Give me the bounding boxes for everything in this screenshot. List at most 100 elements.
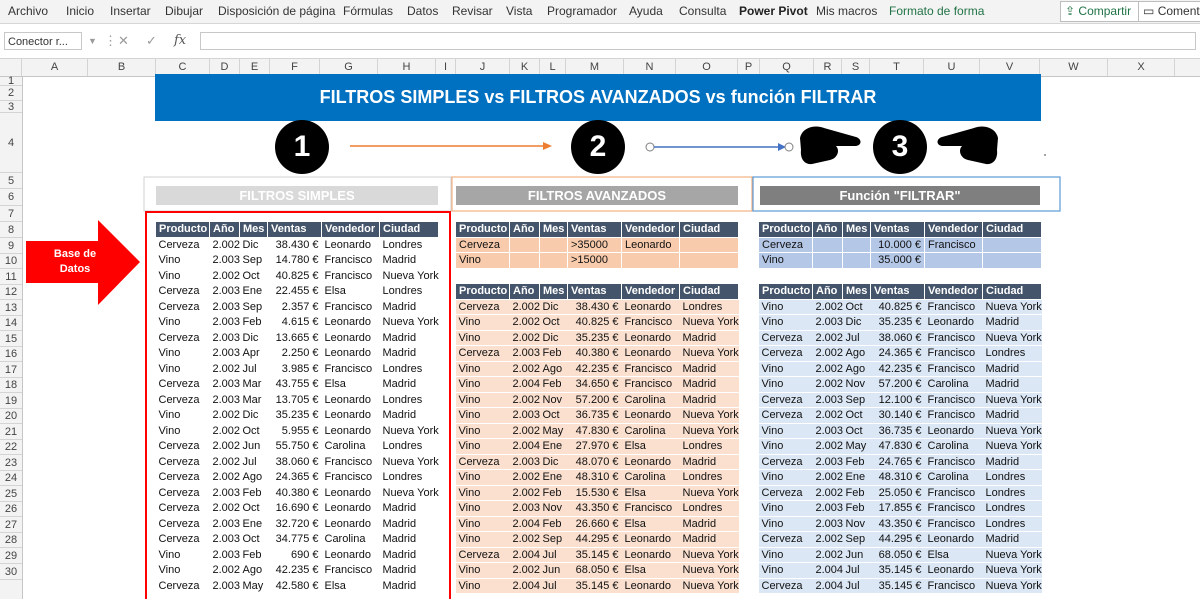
filtrar-result-cell[interactable]: Vino — [758, 438, 813, 455]
filtrar-result-cell[interactable]: Nueva York — [982, 547, 1042, 563]
database-cell[interactable]: Vino — [155, 345, 210, 361]
database-cell[interactable]: Madrid — [379, 330, 439, 346]
filtrar-result-cell[interactable]: 68.050 € — [870, 547, 925, 563]
database-cell[interactable]: 2.003 — [209, 516, 240, 532]
advanced-result-cell[interactable]: 34.650 € — [567, 376, 622, 393]
advanced-result-cell[interactable]: Vino — [455, 516, 510, 532]
filtrar-result-cell[interactable]: 35.145 € — [870, 578, 925, 594]
advanced-result-cell[interactable]: Nov — [539, 500, 568, 517]
filtrar-result-cell[interactable]: 2.002 — [812, 438, 843, 455]
database-cell[interactable]: 22.455 € — [267, 283, 322, 299]
filtrar-result-cell[interactable]: Dic — [842, 314, 871, 331]
advanced-result-cell[interactable]: Londres — [679, 469, 739, 486]
database-cell[interactable]: Leonardo — [321, 345, 380, 361]
filtrar-result-cell[interactable]: 35.145 € — [870, 562, 925, 579]
filtrar-result-cell[interactable]: 2.002 — [812, 407, 843, 424]
advanced-result-cell[interactable]: 2.002 — [509, 330, 540, 346]
database-cell[interactable]: Cerveza — [155, 392, 210, 408]
database-cell[interactable]: Francisco — [321, 562, 380, 578]
filtrar-criteria-header-cell[interactable]: Mes — [842, 221, 871, 238]
database-cell[interactable]: Madrid — [379, 516, 439, 532]
advanced-result-cell[interactable]: 68.050 € — [567, 562, 622, 579]
database-cell[interactable]: Francisco — [321, 299, 380, 315]
filtrar-result-cell[interactable]: Londres — [982, 516, 1042, 532]
database-cell[interactable]: Nueva York — [379, 268, 439, 284]
filtrar-result-cell[interactable]: Cerveza — [758, 454, 813, 470]
advanced-result-cell[interactable]: 2.002 — [509, 531, 540, 548]
filtrar-result-cell[interactable]: Feb — [842, 500, 871, 517]
database-cell[interactable]: Cerveza — [155, 500, 210, 516]
advanced-criteria-cell[interactable]: Cerveza — [455, 236, 510, 253]
advanced-result-cell[interactable]: Londres — [679, 299, 739, 315]
database-cell[interactable]: Leonardo — [321, 407, 380, 423]
database-cell[interactable]: Nueva York — [379, 485, 439, 501]
database-cell[interactable]: 4.615 € — [267, 314, 322, 330]
database-cell[interactable]: 2.002 — [209, 469, 240, 485]
filtrar-result-header-cell[interactable]: Año — [812, 283, 843, 300]
advanced-result-cell[interactable]: Nueva York — [679, 547, 739, 563]
advanced-criteria-header-cell[interactable]: Año — [509, 221, 540, 238]
database-cell[interactable]: Jul — [239, 361, 268, 377]
advanced-criteria-cell[interactable] — [509, 252, 540, 269]
database-cell[interactable]: 2.003 — [209, 330, 240, 346]
filtrar-result-cell[interactable]: 2.002 — [812, 485, 843, 501]
database-cell[interactable]: 2.002 — [209, 500, 240, 516]
filtrar-result-cell[interactable]: 42.235 € — [870, 361, 925, 377]
database-cell[interactable]: Leonardo — [321, 485, 380, 501]
filtrar-result-cell[interactable]: Cerveza — [758, 531, 813, 548]
advanced-result-cell[interactable]: Nueva York — [679, 407, 739, 424]
filtrar-result-cell[interactable]: Jun — [842, 547, 871, 563]
advanced-result-cell[interactable]: Cerveza — [455, 345, 510, 362]
advanced-result-header-cell[interactable]: Producto — [455, 283, 510, 300]
filtrar-result-cell[interactable]: Francisco — [924, 500, 983, 517]
database-cell[interactable]: Elsa — [321, 283, 380, 299]
advanced-result-cell[interactable]: Londres — [679, 438, 739, 455]
database-cell[interactable]: Sep — [239, 299, 268, 315]
filtrar-result-cell[interactable]: Carolina — [924, 469, 983, 486]
advanced-result-cell[interactable]: Leonardo — [621, 454, 680, 470]
filtrar-result-cell[interactable]: 40.825 € — [870, 299, 925, 315]
advanced-result-cell[interactable]: Feb — [539, 516, 568, 532]
filtrar-result-cell[interactable]: Jul — [842, 578, 871, 594]
advanced-result-cell[interactable]: Nueva York — [679, 562, 739, 579]
filtrar-result-cell[interactable]: Feb — [842, 485, 871, 501]
filtrar-criteria-header-cell[interactable]: Ciudad — [982, 221, 1042, 238]
database-cell[interactable]: 43.755 € — [267, 376, 322, 392]
filtrar-result-cell[interactable]: Elsa — [924, 547, 983, 563]
advanced-result-cell[interactable]: 2.004 — [509, 547, 540, 563]
advanced-result-cell[interactable]: Nueva York — [679, 314, 739, 331]
database-cell[interactable]: Apr — [239, 345, 268, 361]
database-cell[interactable]: Londres — [379, 392, 439, 408]
advanced-result-cell[interactable]: Ene — [539, 469, 568, 486]
filtrar-criteria-cell[interactable]: 35.000 € — [870, 252, 925, 269]
advanced-result-cell[interactable]: Francisco — [621, 361, 680, 377]
filtrar-result-cell[interactable]: 2.002 — [812, 547, 843, 563]
database-cell[interactable]: Cerveza — [155, 516, 210, 532]
database-cell[interactable]: Madrid — [379, 345, 439, 361]
advanced-result-cell[interactable]: 35.235 € — [567, 330, 622, 346]
advanced-result-cell[interactable]: 2.002 — [509, 485, 540, 501]
filtrar-result-cell[interactable]: Londres — [982, 485, 1042, 501]
filtrar-result-cell[interactable]: Cerveza — [758, 345, 813, 362]
advanced-result-cell[interactable]: Nueva York — [679, 423, 739, 439]
database-cell[interactable]: 42.235 € — [267, 562, 322, 578]
advanced-result-header-cell[interactable]: Ventas — [567, 283, 622, 300]
advanced-criteria-header-cell[interactable]: Ventas — [567, 221, 622, 238]
filtrar-result-cell[interactable]: Leonardo — [924, 314, 983, 331]
advanced-criteria-cell[interactable]: >35000 — [567, 236, 622, 253]
filtrar-criteria-cell[interactable] — [812, 252, 843, 269]
advanced-criteria-header-cell[interactable]: Mes — [539, 221, 568, 238]
filtrar-criteria-header-cell[interactable]: Vendedor — [924, 221, 983, 238]
filtrar-result-cell[interactable]: 2.003 — [812, 423, 843, 439]
advanced-result-cell[interactable]: Dic — [539, 299, 568, 315]
advanced-result-cell[interactable]: 48.070 € — [567, 454, 622, 470]
filtrar-result-cell[interactable]: Nueva York — [982, 299, 1042, 315]
filtrar-result-cell[interactable]: Leonardo — [924, 531, 983, 548]
filtrar-result-cell[interactable]: 2.003 — [812, 500, 843, 517]
advanced-result-cell[interactable]: Vino — [455, 500, 510, 517]
database-cell[interactable]: Carolina — [321, 438, 380, 454]
database-cell[interactable]: Londres — [379, 438, 439, 454]
database-cell[interactable]: Dic — [239, 237, 268, 253]
database-cell[interactable]: 2.003 — [209, 485, 240, 501]
filtrar-result-cell[interactable]: Cerveza — [758, 578, 813, 594]
